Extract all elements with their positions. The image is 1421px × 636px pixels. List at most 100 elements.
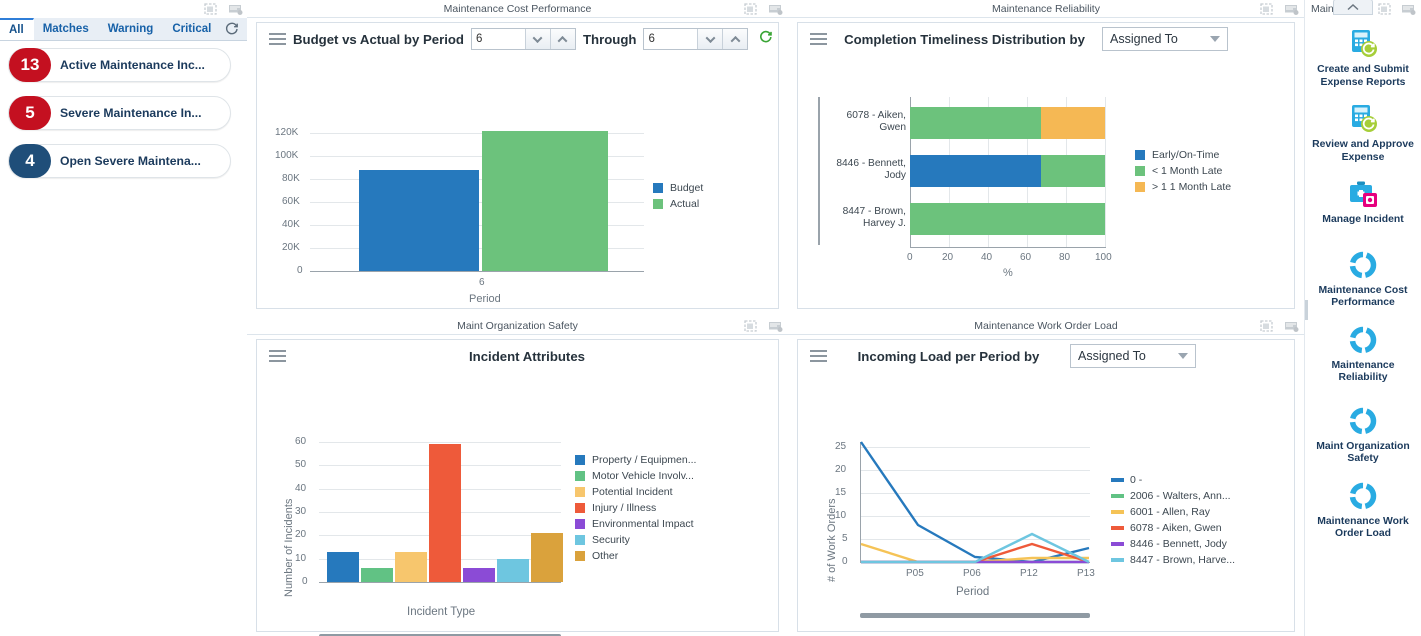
expand-icon[interactable] bbox=[203, 2, 218, 16]
shortcut-maintenance-cost-performance[interactable]: Maintenance Cost Performance bbox=[1305, 231, 1421, 314]
period-to-stepper[interactable] bbox=[643, 28, 749, 50]
period-from-stepper[interactable] bbox=[470, 28, 576, 50]
hamburger-icon[interactable] bbox=[269, 349, 286, 363]
expand-icon[interactable] bbox=[1259, 319, 1274, 333]
chart-title: Completion Timeliness Distribution by bbox=[844, 31, 1085, 47]
bar-budget[interactable] bbox=[359, 170, 479, 271]
bar-security[interactable] bbox=[497, 559, 529, 582]
legend-item[interactable]: > 1 1 Month Late bbox=[1135, 179, 1231, 195]
line-series-6078-aiken[interactable] bbox=[861, 542, 1090, 564]
legend-swatch bbox=[575, 487, 585, 497]
panel-header: Maintenance Reliability bbox=[788, 0, 1304, 18]
alert-count-badge: 4 bbox=[9, 144, 51, 178]
bar-segment-gt1month-aiken[interactable] bbox=[1041, 107, 1105, 139]
expand-icon[interactable] bbox=[1377, 2, 1392, 16]
vertical-scrollbar[interactable] bbox=[1305, 300, 1308, 320]
shortcut-create-submit-expense-reports[interactable]: Create and Submit Expense Reports bbox=[1305, 18, 1421, 93]
bar-chart-budget-vs-actual: 120K 100K 80K 60K 40K 20K 0 6 Period Bud… bbox=[257, 55, 778, 305]
legend-item[interactable]: Property / Equipmen... bbox=[575, 452, 696, 468]
hamburger-icon[interactable] bbox=[269, 32, 286, 46]
legend-label: 8447 - Brown, Harve... bbox=[1130, 554, 1236, 566]
bar-potential-incident[interactable] bbox=[395, 552, 427, 582]
legend-item[interactable]: 6078 - Aiken, Gwen bbox=[1111, 520, 1235, 536]
bar-segment-lt1month-brown[interactable] bbox=[910, 203, 1105, 235]
shortcut-maint-organization-safety[interactable]: Maint Organization Safety bbox=[1305, 389, 1421, 470]
panel-title: Maintenance Cost Performance bbox=[443, 2, 592, 15]
legend-item[interactable]: 8446 - Bennett, Jody bbox=[1111, 536, 1235, 552]
period-to-input[interactable] bbox=[644, 29, 698, 49]
bar-segment-lt1month-bennett[interactable] bbox=[1041, 155, 1105, 187]
legend-item[interactable]: < 1 Month Late bbox=[1135, 163, 1231, 179]
legend-item[interactable]: Motor Vehicle Involv... bbox=[575, 468, 696, 484]
hamburger-icon[interactable] bbox=[810, 349, 827, 363]
tab-critical[interactable]: Critical bbox=[163, 18, 221, 40]
y-tick: 20K bbox=[282, 242, 300, 253]
expand-icon[interactable] bbox=[743, 319, 758, 333]
bar-segment-lt1month-aiken[interactable] bbox=[910, 107, 1041, 139]
tab-matches[interactable]: Matches bbox=[34, 18, 99, 40]
x-tick: 6 bbox=[479, 277, 485, 288]
chevron-up-icon[interactable] bbox=[1333, 0, 1373, 15]
legend-swatch bbox=[1111, 510, 1124, 514]
bar-other[interactable] bbox=[531, 533, 563, 582]
tab-warning[interactable]: Warning bbox=[99, 18, 164, 40]
notes-icon[interactable] bbox=[1284, 2, 1299, 16]
legend-item[interactable]: Actual bbox=[653, 196, 703, 212]
notes-icon[interactable] bbox=[768, 319, 783, 333]
alert-card-list: 13 Active Maintenance Inc... 5 Severe Ma… bbox=[0, 48, 247, 192]
alert-card-severe-maintenance[interactable]: 5 Severe Maintenance In... bbox=[8, 96, 231, 130]
bar-segment-ontime-bennett[interactable] bbox=[910, 155, 1041, 187]
expand-icon[interactable] bbox=[1259, 2, 1274, 16]
shortcut-review-approve-expense[interactable]: Review and Approve Expense bbox=[1305, 93, 1421, 168]
bar-property-equipment[interactable] bbox=[327, 552, 359, 582]
chevron-up-icon[interactable] bbox=[549, 29, 575, 49]
bar-injury-illness[interactable] bbox=[429, 444, 461, 582]
notes-icon[interactable] bbox=[228, 2, 243, 16]
alert-card-open-severe-maintenance[interactable]: 4 Open Severe Maintena... bbox=[8, 144, 231, 178]
legend-item[interactable]: Injury / Illness bbox=[575, 500, 696, 516]
shortcut-label: Maintenance Work Order Load bbox=[1317, 515, 1409, 540]
chevron-up-icon[interactable] bbox=[722, 29, 748, 49]
alert-card-active-maintenance[interactable]: 13 Active Maintenance Inc... bbox=[8, 48, 231, 82]
group-by-select[interactable]: Assigned To bbox=[1070, 344, 1196, 368]
legend-swatch bbox=[575, 535, 585, 545]
legend-item[interactable]: Other bbox=[575, 548, 696, 564]
legend-item[interactable]: Security bbox=[575, 532, 696, 548]
x-axis-line bbox=[319, 582, 561, 583]
bar-actual[interactable] bbox=[482, 131, 608, 271]
gridline bbox=[1105, 97, 1106, 247]
legend-swatch bbox=[1111, 558, 1124, 562]
legend-item[interactable]: Potential Incident bbox=[575, 484, 696, 500]
legend-swatch bbox=[575, 503, 585, 513]
refresh-icon[interactable] bbox=[759, 30, 773, 49]
chevron-down-icon[interactable] bbox=[697, 29, 723, 49]
period-from-input[interactable] bbox=[471, 29, 525, 49]
shortcut-maintenance-work-order-load[interactable]: Maintenance Work Order Load bbox=[1305, 470, 1421, 545]
legend-item[interactable]: 6001 - Allen, Ray bbox=[1111, 504, 1235, 520]
chart-title: Incident Attributes bbox=[468, 348, 585, 364]
bar-motor-vehicle[interactable] bbox=[361, 568, 393, 582]
hamburger-icon[interactable] bbox=[810, 32, 827, 46]
legend-item[interactable]: Early/On-Time bbox=[1135, 147, 1231, 163]
legend-item[interactable]: 0 - bbox=[1111, 472, 1235, 488]
legend-label: Environmental Impact bbox=[592, 518, 694, 530]
bar-environmental-impact[interactable] bbox=[463, 568, 495, 582]
expand-icon[interactable] bbox=[743, 2, 758, 16]
legend-item[interactable]: 2006 - Walters, Ann... bbox=[1111, 488, 1235, 504]
refresh-icon[interactable] bbox=[225, 18, 239, 40]
tab-all[interactable]: All bbox=[0, 18, 34, 40]
legend-item[interactable]: Environmental Impact bbox=[575, 516, 696, 532]
notes-icon[interactable] bbox=[1284, 319, 1299, 333]
chart-legend: Early/On-Time < 1 Month Late > 1 1 Month… bbox=[1135, 147, 1231, 195]
legend-item[interactable]: 8447 - Brown, Harve... bbox=[1111, 552, 1235, 568]
shortcut-manage-incident[interactable]: Manage Incident bbox=[1305, 168, 1421, 231]
shortcut-maintenance-reliability[interactable]: Maintenance Reliability bbox=[1305, 314, 1421, 389]
chevron-down-icon[interactable] bbox=[524, 29, 550, 49]
horizontal-scrollbar[interactable] bbox=[860, 613, 1090, 618]
notes-icon[interactable] bbox=[768, 2, 783, 16]
group-by-select[interactable]: Assigned To bbox=[1102, 27, 1228, 51]
line-series-6001-allen[interactable] bbox=[860, 542, 1089, 564]
notes-icon[interactable] bbox=[1401, 2, 1416, 16]
legend-item[interactable]: Budget bbox=[653, 180, 703, 196]
y-tick: 60 bbox=[295, 436, 307, 447]
